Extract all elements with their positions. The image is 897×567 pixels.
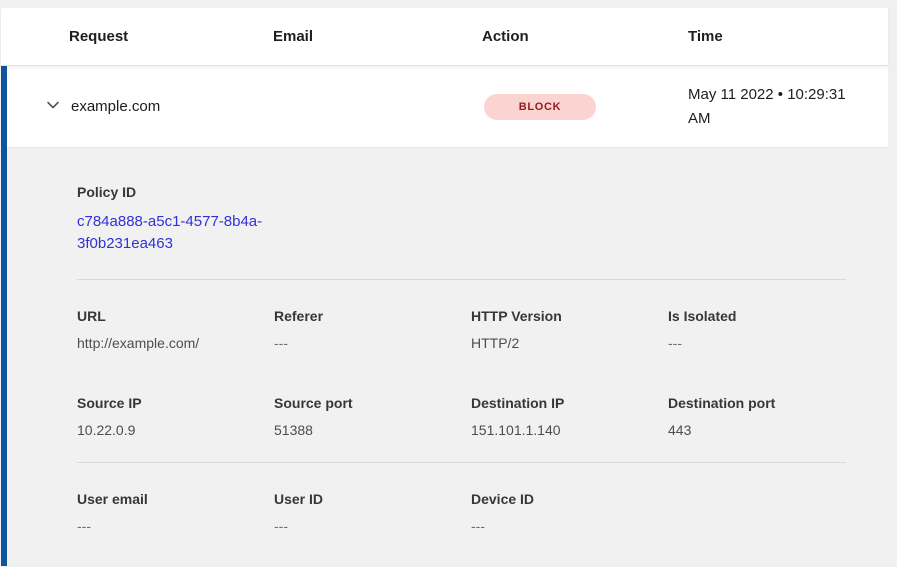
column-header-email: Email bbox=[273, 28, 482, 45]
field-source-ip: Source IP 10.22.0.9 bbox=[77, 395, 274, 438]
field-label: Device ID bbox=[471, 491, 668, 507]
block-action-badge: BLOCK bbox=[484, 94, 596, 120]
log-table-row[interactable]: example.com BLOCK May 11 2022 • 10:29:31… bbox=[7, 66, 888, 148]
field-label: User ID bbox=[274, 491, 471, 507]
field-label: User email bbox=[77, 491, 274, 507]
field-value: --- bbox=[471, 518, 668, 534]
detail-field-row: Source IP10.22.0.9Source port51388Destin… bbox=[77, 395, 870, 438]
field-value: 51388 bbox=[274, 422, 471, 438]
request-value: example.com bbox=[71, 98, 273, 115]
row-toggle-cell bbox=[7, 97, 71, 117]
field-value: http://example.com/ bbox=[77, 335, 274, 351]
time-value: May 11 2022 • 10:29:31 AM bbox=[688, 83, 878, 131]
section-divider bbox=[77, 279, 846, 280]
field-source-port: Source port 51388 bbox=[274, 395, 471, 438]
field-value: --- bbox=[668, 335, 865, 351]
field-label: Referer bbox=[274, 308, 471, 324]
expanded-row-group: example.com BLOCK May 11 2022 • 10:29:31… bbox=[1, 66, 888, 566]
detail-field-groups: URLhttp://example.com/Referer---HTTP Ver… bbox=[77, 279, 870, 534]
policy-id-label: Policy ID bbox=[77, 184, 870, 200]
field-http-version: HTTP Version HTTP/2 bbox=[471, 308, 668, 351]
chevron-down-icon bbox=[45, 97, 61, 116]
field-value: --- bbox=[274, 335, 471, 351]
detail-field-row: User email---User ID---Device ID--- bbox=[77, 491, 870, 534]
field-label: Is Isolated bbox=[668, 308, 865, 324]
collapse-row-button[interactable] bbox=[43, 97, 63, 117]
field-destination-ip: Destination IP 151.101.1.140 bbox=[471, 395, 668, 438]
request-details-panel: Policy ID c784a888-a5c1-4577-8b4a-3f0b23… bbox=[7, 148, 888, 566]
field-label: URL bbox=[77, 308, 274, 324]
field-referer: Referer --- bbox=[274, 308, 471, 351]
column-header-time: Time bbox=[688, 28, 888, 45]
field-label: Destination IP bbox=[471, 395, 668, 411]
field-is-isolated: Is Isolated --- bbox=[668, 308, 865, 351]
field-value: 443 bbox=[668, 422, 865, 438]
field-value: 151.101.1.140 bbox=[471, 422, 668, 438]
field-value: --- bbox=[274, 518, 471, 534]
policy-id-link[interactable]: c784a888-a5c1-4577-8b4a-3f0b231ea463 bbox=[77, 211, 282, 255]
field-user-email: User email --- bbox=[77, 491, 274, 534]
field-device-id: Device ID --- bbox=[471, 491, 668, 534]
field-label: Destination port bbox=[668, 395, 865, 411]
field-user-id: User ID --- bbox=[274, 491, 471, 534]
column-header-request: Request bbox=[69, 28, 273, 45]
field-destination-port: Destination port 443 bbox=[668, 395, 865, 438]
field-value: HTTP/2 bbox=[471, 335, 668, 351]
action-cell: BLOCK bbox=[482, 94, 688, 120]
field-value: --- bbox=[77, 518, 274, 534]
field-value: 10.22.0.9 bbox=[77, 422, 274, 438]
field-label: Source IP bbox=[77, 395, 274, 411]
section-divider bbox=[77, 462, 846, 463]
log-table-card: Request Email Action Time example.com BL… bbox=[1, 8, 888, 566]
detail-field-row: URL http://example.com/Referer ---HTTP Ver… bbox=[77, 308, 870, 351]
policy-id-section: Policy ID c784a888-a5c1-4577-8b4a-3f0b23… bbox=[77, 184, 870, 255]
table-header: Request Email Action Time bbox=[1, 8, 888, 66]
column-header-action: Action bbox=[482, 28, 688, 45]
field-url: URL http://example.com/ bbox=[77, 308, 274, 351]
field-label: HTTP Version bbox=[471, 308, 668, 324]
field-label: Source port bbox=[274, 395, 471, 411]
